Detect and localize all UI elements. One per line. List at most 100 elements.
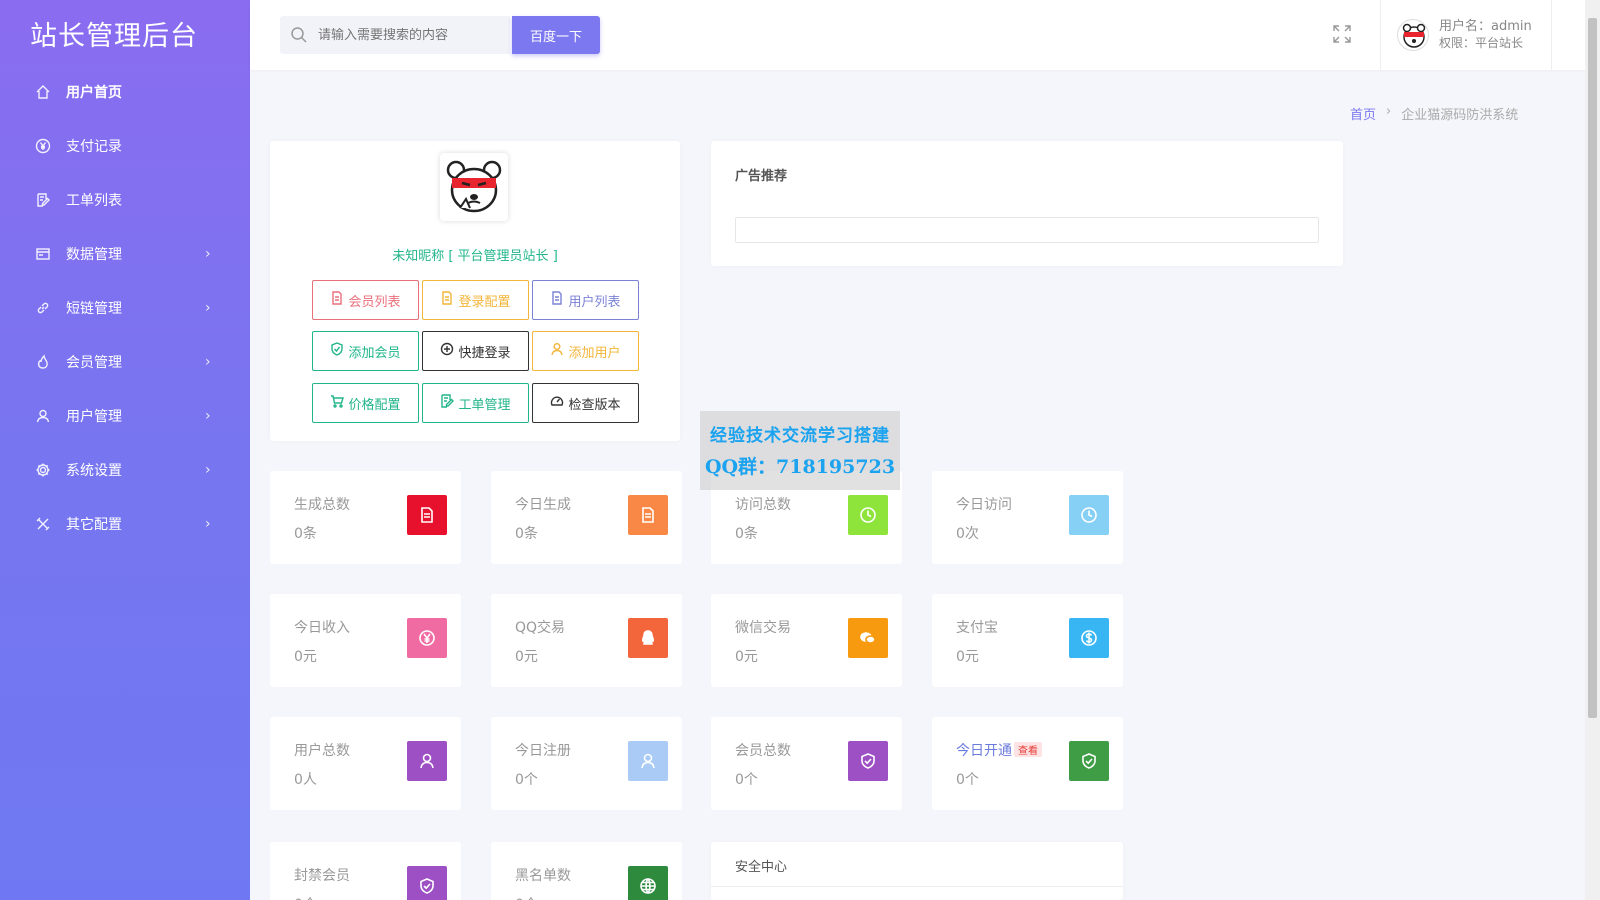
topbar: 百度一下 用户名：admin 权限：平台站长 (250, 0, 1585, 70)
sidebar-item-label: 用户首页 (66, 85, 122, 101)
qq-icon (628, 618, 668, 658)
plus-circle-icon (440, 342, 454, 360)
window-icon (34, 245, 52, 263)
sidebar-item-label: 会员管理 (66, 355, 122, 371)
sidebar-item-settings[interactable]: 系统设置 › (0, 450, 250, 490)
sidebar-item-home[interactable]: 用户首页 (0, 72, 250, 112)
login-config-button[interactable]: 登录配置 (422, 280, 529, 320)
stat-card-banned-members: 封禁会员 0个 (270, 842, 461, 900)
shield-check-icon (330, 342, 344, 360)
user-icon (550, 342, 564, 360)
sidebar-item-members[interactable]: 会员管理 › (0, 342, 250, 382)
stat-card-today-visits: 今日访问 0次 (932, 471, 1123, 564)
sidebar-item-label: 数据管理 (66, 247, 122, 263)
doc-icon (628, 495, 668, 535)
shield-check-icon (1069, 741, 1109, 781)
watermark-overlay: 经验技术交流学习搭建 QQ群：718195723 (700, 411, 900, 490)
fullscreen-icon[interactable] (1332, 24, 1352, 44)
stat-card-today-income: 今日收入 0元 (270, 594, 461, 687)
sidebar-item-label: 系统设置 (66, 463, 122, 479)
sidebar-item-other-config[interactable]: 其它配置 › (0, 504, 250, 544)
search-button[interactable]: 百度一下 (512, 16, 600, 54)
scrollbar-thumb[interactable] (1588, 18, 1597, 718)
chevron-right-icon: › (205, 300, 211, 316)
member-list-button[interactable]: 会员列表 (312, 280, 419, 320)
page-scrollbar[interactable] (1585, 0, 1600, 900)
stat-card-qq-trade: QQ交易 0元 (491, 594, 682, 687)
role-label: 权限：平台站长 (1439, 36, 1524, 50)
sidebar-item-shortlinks[interactable]: 短链管理 › (0, 288, 250, 328)
ad-card: 广告推荐 (711, 141, 1343, 266)
brand-title: 站长管理后台 (30, 20, 198, 52)
stat-card-today-activations: 今日开通 查看 0个 (932, 717, 1123, 810)
sidebar-item-tickets[interactable]: 工单列表 (0, 180, 250, 220)
add-member-button[interactable]: 添加会员 (312, 331, 419, 371)
tools-icon (34, 515, 52, 533)
edit-doc-icon (440, 394, 455, 412)
profile-avatar (440, 153, 508, 221)
yen-circle-icon (34, 137, 52, 155)
sidebar-item-label: 支付记录 (66, 139, 122, 155)
sidebar: 站长管理后台 用户首页 支付记录 工单列表 数据管理 › 短链管理 › 会员管理… (0, 0, 250, 900)
add-user-button[interactable]: 添加用户 (532, 331, 639, 371)
link-icon (34, 299, 52, 317)
profile-card: 未知昵称 [ 平台管理员站长 ] 会员列表 登录配置 用户列表 添加会员 快捷登… (270, 141, 680, 441)
today-activations-label: 今日开通 (956, 743, 1012, 759)
avatar (1397, 19, 1429, 51)
search-input[interactable] (318, 27, 503, 43)
chevron-right-icon: › (205, 246, 211, 262)
search-icon (280, 26, 318, 44)
edit-doc-icon (34, 191, 52, 209)
doc-icon (407, 495, 447, 535)
user-menu[interactable]: 用户名：admin 权限：平台站长 (1380, 0, 1552, 70)
stat-card-alipay: 支付宝 0元 (932, 594, 1123, 687)
user-list-button[interactable]: 用户列表 (532, 280, 639, 320)
user-icon (407, 741, 447, 781)
chevron-right-icon: › (205, 408, 211, 424)
shield-check-icon (407, 866, 447, 900)
check-version-button[interactable]: 检查版本 (532, 383, 639, 423)
sidebar-item-users[interactable]: 用户管理 › (0, 396, 250, 436)
quick-login-button[interactable]: 快捷登录 (422, 331, 529, 371)
gear-icon (34, 461, 52, 479)
profile-nickname: 未知昵称 [ 平台管理员站长 ] (392, 249, 558, 264)
gauge-icon (550, 394, 564, 412)
user-icon (628, 741, 668, 781)
view-badge[interactable]: 查看 (1014, 742, 1042, 757)
doc-icon (550, 291, 564, 309)
price-config-button[interactable]: 价格配置 (312, 383, 419, 423)
divider (711, 886, 1123, 887)
ad-title: 广告推荐 (735, 169, 788, 184)
ad-content-box (735, 217, 1319, 243)
username-label: 用户名：admin (1439, 19, 1532, 34)
doc-icon (330, 291, 344, 309)
ticket-manage-button[interactable]: 工单管理 (422, 383, 529, 423)
dollar-circle-icon (1069, 618, 1109, 658)
chevron-right-icon: › (205, 462, 211, 478)
stat-card-blacklist: 黑名单数 0个 (491, 842, 682, 900)
globe-icon (628, 866, 668, 900)
breadcrumb-current: 企业猫源码防洪系统 (1401, 108, 1519, 123)
security-center-title: 安全中心 (735, 860, 788, 875)
security-center-card: 安全中心 (711, 842, 1123, 900)
yen-circle-icon (407, 618, 447, 658)
sidebar-item-label: 工单列表 (66, 193, 122, 209)
breadcrumb: 首页 › 企业猫源码防洪系统 (1350, 104, 1518, 123)
breadcrumb-home[interactable]: 首页 (1350, 104, 1376, 123)
sidebar-item-payments[interactable]: 支付记录 (0, 126, 250, 166)
doc-icon (440, 291, 454, 309)
stat-card-wechat-trade: 微信交易 0元 (711, 594, 902, 687)
sidebar-item-data[interactable]: 数据管理 › (0, 234, 250, 274)
fire-icon (34, 353, 52, 371)
stat-card-total-generated: 生成总数 0条 (270, 471, 461, 564)
shield-check-icon (848, 741, 888, 781)
sidebar-item-label: 用户管理 (66, 409, 122, 425)
wechat-icon (848, 618, 888, 658)
watermark-line2: QQ群：718195723 (704, 456, 896, 478)
chevron-right-icon: › (205, 354, 211, 370)
stat-card-total-users: 用户总数 0人 (270, 717, 461, 810)
watermark-line1: 经验技术交流学习搭建 (710, 426, 890, 446)
chevron-right-icon: › (205, 516, 211, 532)
clock-icon (1069, 495, 1109, 535)
breadcrumb-separator: › (1386, 104, 1392, 119)
